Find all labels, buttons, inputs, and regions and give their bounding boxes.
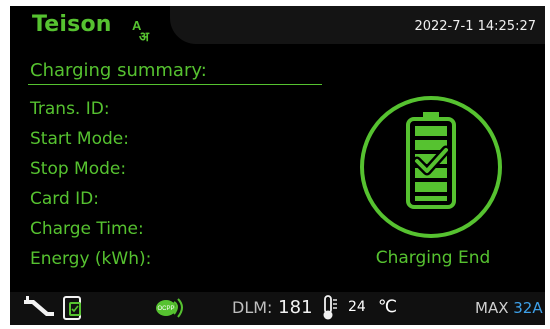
field-stop-mode: Stop Mode: xyxy=(30,159,127,179)
top-bar: Teison A अ 2022-7-1 14:25:27 xyxy=(10,6,545,48)
dlm-readout: DLM: 181 xyxy=(232,297,313,319)
dlm-label: DLM: xyxy=(232,298,273,317)
battery-check-icon xyxy=(406,112,456,209)
language-toggle-icon[interactable]: A अ xyxy=(132,19,156,43)
device-frame: Teison A अ 2022-7-1 14:25:27 Charging su… xyxy=(0,0,550,329)
card-reader-icon xyxy=(63,296,81,320)
temperature-unit: ℃ xyxy=(378,297,398,317)
bottom-status-bar: OCPP DLM: 181 24 ℃ MAX 32A xyxy=(10,292,545,325)
charging-status-label: Charging End xyxy=(375,248,491,268)
thermometer-icon xyxy=(323,295,337,320)
max-value: 32A xyxy=(513,299,543,317)
ocpp-text: OCPP xyxy=(157,306,174,312)
field-energy: Energy (kWh): xyxy=(30,249,152,269)
field-card-id: Card ID: xyxy=(30,189,100,209)
status-circle xyxy=(360,96,502,238)
brand-logo: Teison xyxy=(32,12,112,37)
max-current: MAX 32A xyxy=(475,299,543,321)
summary-title: Charging summary: xyxy=(30,60,207,81)
summary-fields: Trans. ID: Start Mode: Stop Mode: Card I… xyxy=(30,94,151,274)
field-trans-id: Trans. ID: xyxy=(30,99,110,119)
summary-divider xyxy=(28,84,322,85)
field-charge-time: Charge Time: xyxy=(30,219,144,239)
temperature-value: 24 xyxy=(348,299,366,315)
datetime: 2022-7-1 14:25:27 xyxy=(414,19,536,34)
status-pill: 2022-7-1 14:25:27 xyxy=(170,6,545,44)
charger-screen: Teison A अ 2022-7-1 14:25:27 Charging su… xyxy=(10,6,545,325)
max-label: MAX xyxy=(475,299,509,317)
field-start-mode: Start Mode: xyxy=(30,129,129,149)
dlm-value: 181 xyxy=(278,297,313,318)
plug-icon xyxy=(24,296,54,316)
ocpp-wifi-icon: OCPP xyxy=(156,298,183,318)
